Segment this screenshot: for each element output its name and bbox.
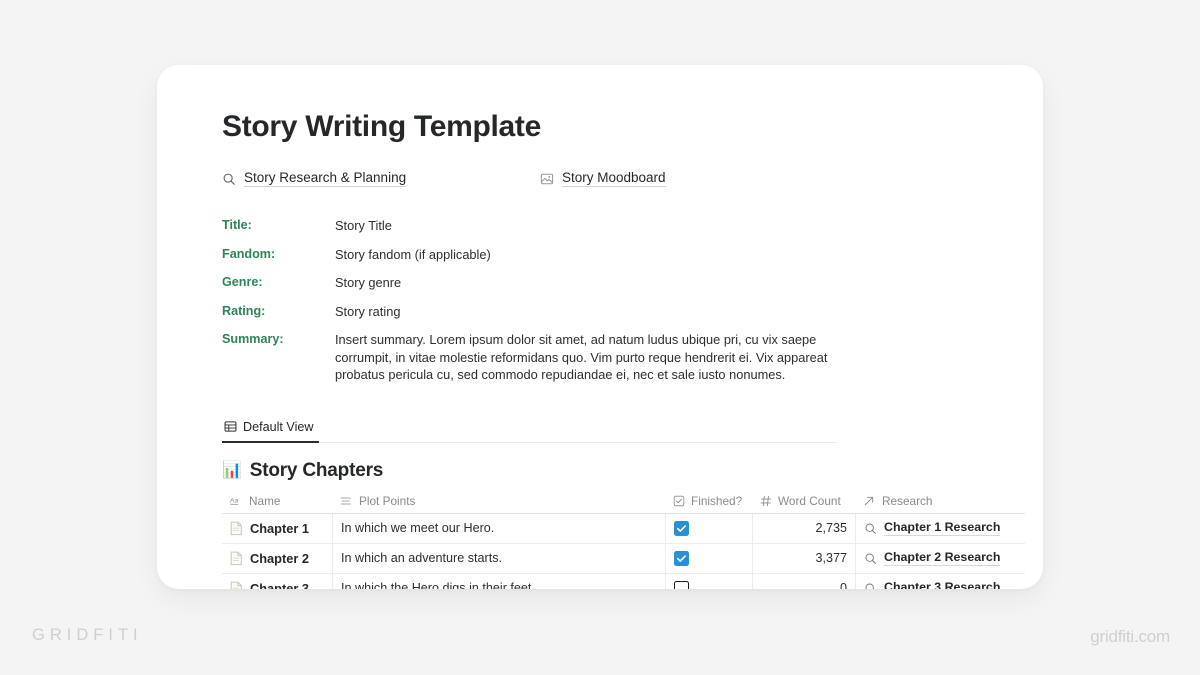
column-header-research[interactable]: Research xyxy=(855,489,1025,513)
table-row[interactable]: Chapter 2 In which an adventure starts. … xyxy=(222,543,1025,574)
cell-plot-points[interactable]: In which we meet our Hero. xyxy=(332,513,665,543)
property-value[interactable]: Insert summary. Lorem ipsum dolor sit am… xyxy=(335,331,835,384)
cell-plot-points[interactable]: In which an adventure starts. xyxy=(332,543,665,573)
page-document-icon xyxy=(230,551,243,566)
checkbox-unchecked-icon[interactable] xyxy=(674,580,689,589)
checkbox-type-icon xyxy=(673,495,685,507)
cell-word-count[interactable]: 3,377 xyxy=(752,543,855,573)
column-header-word-count[interactable]: Word Count xyxy=(752,489,855,513)
database-title: 📊 Story Chapters xyxy=(222,460,1043,482)
table-view-icon xyxy=(224,420,237,433)
image-icon xyxy=(540,172,554,186)
page-properties: Title: Story Title Fandom: Story fandom … xyxy=(222,217,1043,384)
page-document-icon xyxy=(230,581,243,589)
chapter-name: Chapter 3 xyxy=(250,580,310,590)
column-header-label: Word Count xyxy=(778,493,841,508)
property-value[interactable]: Story genre xyxy=(335,274,401,292)
multiline-text-icon xyxy=(340,495,352,507)
column-header-label: Research xyxy=(882,493,933,508)
chapter-name: Chapter 2 xyxy=(250,550,310,566)
bar-chart-emoji-icon: 📊 xyxy=(222,461,242,479)
column-header-finished[interactable]: Finished? xyxy=(665,489,752,513)
table-header-row: Aa Name Plot Points Finished? Word Count… xyxy=(222,489,1025,514)
svg-text:Aa: Aa xyxy=(230,497,239,504)
text-type-icon: Aa xyxy=(230,495,242,507)
relation-type-icon xyxy=(863,495,875,507)
number-type-icon xyxy=(760,495,772,507)
column-header-name[interactable]: Aa Name xyxy=(222,489,332,513)
sublink-label: Story Moodboard xyxy=(562,170,666,187)
page-document-icon xyxy=(230,521,243,536)
column-header-label: Finished? xyxy=(691,493,743,508)
research-relation-link[interactable]: Chapter 3 Research xyxy=(884,580,1000,589)
screenshot-stage: Story Writing Template Story Research & … xyxy=(0,0,1200,675)
notion-page-card: Story Writing Template Story Research & … xyxy=(157,65,1043,589)
property-row-rating: Rating: Story rating xyxy=(222,303,1043,321)
property-key: Title: xyxy=(222,218,252,232)
column-header-label: Name xyxy=(249,493,281,508)
watermark-brand: GRIDFITI xyxy=(32,626,143,644)
tab-label: Default View xyxy=(243,419,314,434)
tab-default-view[interactable]: Default View xyxy=(222,419,320,443)
property-key: Genre: xyxy=(222,275,263,289)
property-key: Rating: xyxy=(222,303,266,318)
sublink-story-research-planning[interactable]: Story Research & Planning xyxy=(222,170,540,187)
cell-name[interactable]: Chapter 3 xyxy=(222,574,332,590)
checkbox-checked-icon[interactable] xyxy=(674,520,689,536)
sublink-label: Story Research & Planning xyxy=(244,170,407,187)
database-view-bar: Default View xyxy=(222,420,836,443)
cell-research[interactable]: Chapter 1 Research xyxy=(855,513,1025,543)
cell-research[interactable]: Chapter 3 Research xyxy=(855,573,1025,589)
property-row-summary: Summary: Insert summary. Lorem ipsum dol… xyxy=(222,331,1043,384)
search-icon xyxy=(222,172,236,186)
page-title: Story Writing Template xyxy=(222,110,541,143)
search-icon xyxy=(864,582,877,589)
cell-word-count[interactable]: 2,735 xyxy=(752,513,855,543)
sublink-story-moodboard[interactable]: Story Moodboard xyxy=(540,170,666,187)
column-header-plot-points[interactable]: Plot Points xyxy=(332,489,665,513)
cell-plot-points[interactable]: In which the Hero digs in their feet. xyxy=(332,573,665,589)
table-row[interactable]: Chapter 1 In which we meet our Hero. 2,7… xyxy=(222,513,1025,544)
cell-finished[interactable] xyxy=(665,573,752,589)
property-row-fandom: Fandom: Story fandom (if applicable) xyxy=(222,246,1043,264)
cell-name[interactable]: Chapter 1 xyxy=(222,514,332,543)
story-chapters-table: Aa Name Plot Points Finished? Word Count… xyxy=(222,489,1025,590)
cell-finished[interactable] xyxy=(665,543,752,573)
table-row[interactable]: Chapter 3 In which the Hero digs in thei… xyxy=(222,573,1025,590)
research-relation-link[interactable]: Chapter 1 Research xyxy=(884,520,1001,536)
cell-name[interactable]: Chapter 2 xyxy=(222,544,332,573)
property-value[interactable]: Story rating xyxy=(335,303,400,321)
property-row-title: Title: Story Title xyxy=(222,217,1043,235)
sub-page-links: Story Research & Planning Story Moodboar… xyxy=(222,170,1043,187)
search-icon xyxy=(864,522,877,535)
page-content: Story Writing Template Story Research & … xyxy=(222,65,1043,589)
property-value[interactable]: Story fandom (if applicable) xyxy=(335,246,491,264)
search-icon xyxy=(864,552,877,565)
property-key: Summary: xyxy=(222,332,284,346)
checkbox-checked-icon[interactable] xyxy=(674,550,689,566)
property-value[interactable]: Story Title xyxy=(335,217,392,235)
column-header-label: Plot Points xyxy=(359,493,416,508)
research-relation-link[interactable]: Chapter 2 Research xyxy=(884,550,1001,566)
property-key: Fandom: xyxy=(222,246,276,261)
chapter-name: Chapter 1 xyxy=(250,520,310,536)
cell-research[interactable]: Chapter 2 Research xyxy=(855,543,1025,573)
cell-word-count[interactable]: 0 xyxy=(752,573,855,589)
watermark-site: gridfiti.com xyxy=(1090,627,1170,646)
cell-finished[interactable] xyxy=(665,513,752,543)
property-row-genre: Genre: Story genre xyxy=(222,274,1043,292)
database-title-text: Story Chapters xyxy=(249,459,384,481)
